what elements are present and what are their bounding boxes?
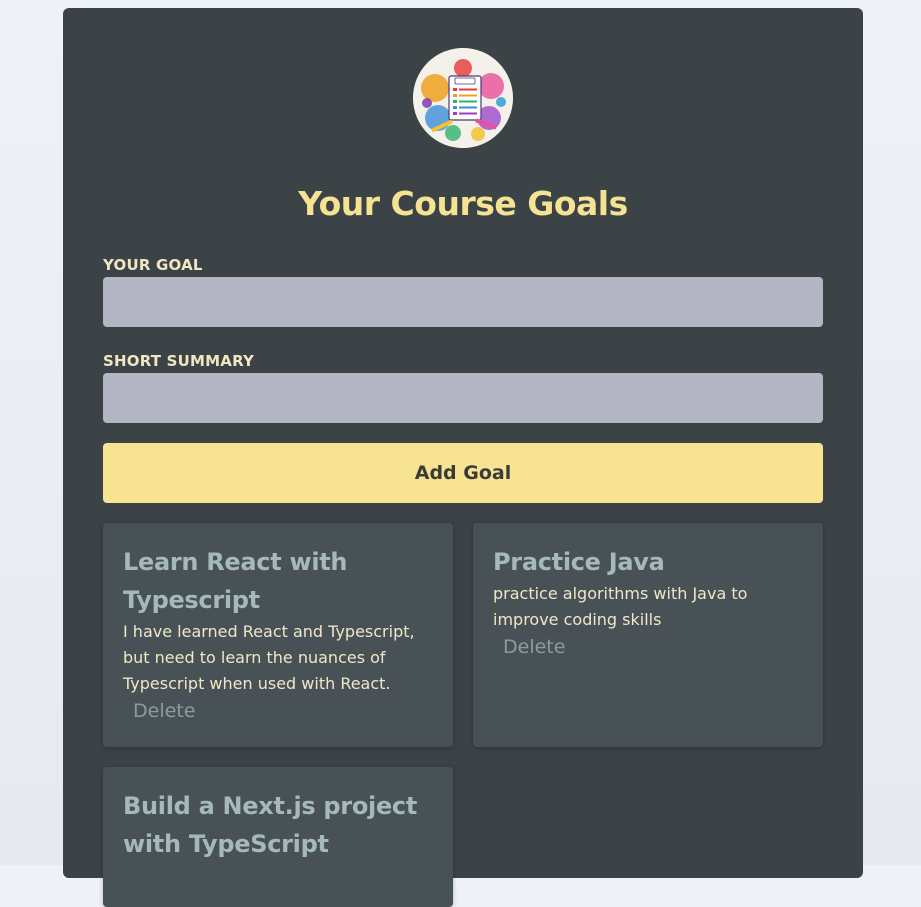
app-container: Your Course Goals YOUR GOAL SHORT SUMMAR…	[63, 8, 863, 907]
goal-card: Build a Next.js project with TypeScript	[103, 767, 453, 907]
goals-logo	[413, 48, 513, 148]
page-title: Your Course Goals	[298, 184, 628, 223]
goals-checklist-logo-icon	[413, 48, 513, 148]
add-goal-button[interactable]: Add Goal	[103, 443, 823, 503]
delete-goal-button[interactable]: Delete	[503, 633, 565, 661]
summary-input[interactable]	[103, 373, 823, 423]
goal-title: Learn React with Typescript	[123, 548, 348, 614]
goal-card: Learn React with Typescript I have learn…	[103, 523, 453, 747]
summary-label: SHORT SUMMARY	[103, 352, 255, 370]
goal-title: Practice Java	[493, 548, 665, 576]
goal-card: Practice Java practice algorithms with J…	[473, 523, 823, 747]
goal-title: Build a Next.js project with TypeScript	[123, 792, 418, 858]
goal-label: YOUR GOAL	[103, 256, 203, 274]
goal-input[interactable]	[103, 277, 823, 327]
goal-summary: practice algorithms with Java to improve…	[493, 584, 748, 629]
delete-goal-button[interactable]: Delete	[133, 697, 195, 725]
goal-summary: I have learned React and Typescript, but…	[123, 622, 415, 693]
